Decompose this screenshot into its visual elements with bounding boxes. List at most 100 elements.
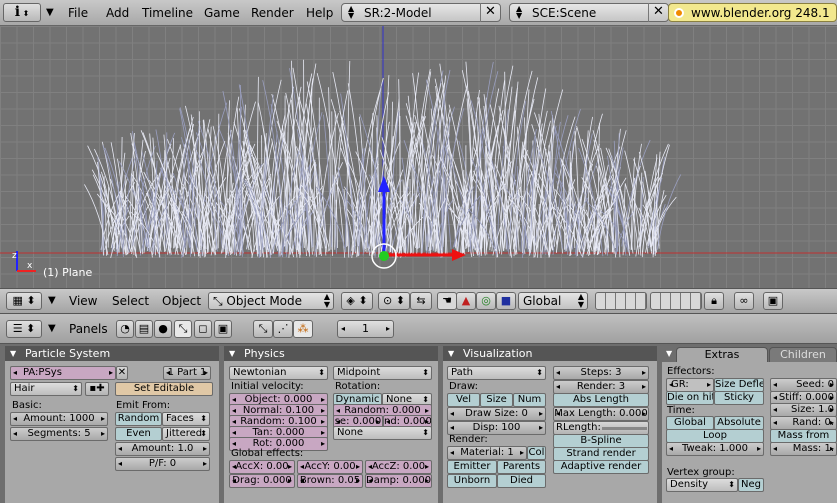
screen-selector[interactable]: ▲ ▼ SR:2-Model ✕ — [341, 3, 501, 22]
subcontext-object-button[interactable]: ⤡ — [253, 320, 273, 338]
editor-type-button[interactable]: i ⬍ — [3, 3, 41, 22]
brown-field[interactable]: Brown: 0.05 — [297, 474, 363, 488]
grid-editor-button[interactable]: ▦ ⬍ — [6, 292, 42, 310]
drag-field[interactable]: Drag: 0.000 — [229, 474, 295, 488]
size-toggle[interactable]: Size — [480, 393, 513, 407]
menu-help[interactable]: Help — [306, 6, 333, 20]
random-toggle[interactable]: Random — [115, 412, 162, 426]
material-field[interactable]: Material: 1 — [447, 446, 527, 460]
physics-type-dropdown[interactable]: Newtonian — [229, 366, 328, 380]
disp-field[interactable]: Disp: 100 — [447, 421, 546, 435]
rand-field[interactable]: Rand: 0. — [770, 416, 837, 430]
panel-title[interactable]: Particle System — [5, 346, 219, 361]
size-field[interactable]: Size: 1.0 — [770, 403, 837, 417]
scene-name[interactable]: SCE:Scene — [532, 6, 596, 20]
abs-length-toggle[interactable]: Abs Length — [553, 393, 649, 407]
draw-type-dropdown[interactable]: Path — [447, 366, 546, 380]
part-selector[interactable]: 1 Part 1 — [163, 366, 211, 380]
draw-size-field[interactable]: Draw Size: 0 — [447, 407, 546, 421]
render-button[interactable]: ▣ — [763, 292, 783, 310]
pivot-button[interactable]: ⊙ ⬍ — [378, 292, 410, 310]
set-editable-button[interactable]: Set Editable — [115, 382, 213, 396]
draw-type-button[interactable]: ◈ ⬍ — [341, 292, 373, 310]
neg-toggle[interactable]: Neg — [738, 478, 764, 492]
buttons-editor-button[interactable]: ☰ ⬍ — [6, 320, 42, 338]
col-toggle[interactable]: Col — [527, 446, 546, 460]
size-deflect-toggle[interactable]: Size Defle — [714, 378, 764, 392]
adaptive-render-toggle[interactable]: Adaptive render — [553, 460, 649, 474]
orientation-selector[interactable]: Global ▲ ▼ — [518, 292, 588, 310]
menu-timeline[interactable]: Timeline — [142, 6, 193, 20]
integrator-dropdown[interactable]: Midpoint — [333, 366, 432, 380]
screen-name[interactable]: SR:2-Model — [364, 6, 432, 20]
menu-file[interactable]: File — [68, 6, 88, 20]
url-box[interactable]: www.blender.org 248.1 — [668, 3, 837, 22]
seed-field[interactable]: Seed: 0 — [770, 378, 837, 392]
collapse-menu-icon[interactable]: ▼ — [46, 7, 54, 18]
global-toggle[interactable]: Global — [666, 416, 714, 430]
context-editing-button[interactable]: ◻ — [194, 320, 212, 338]
collapse-menu-icon[interactable]: ▼ — [48, 323, 56, 334]
angular-none-dropdown[interactable]: None — [333, 426, 432, 440]
menu-view[interactable]: View — [69, 294, 97, 308]
accx-field[interactable]: AccX: 0.00 — [229, 460, 295, 474]
menu-object[interactable]: Object — [162, 294, 201, 308]
subcontext-physics-button[interactable]: ⋰ — [273, 320, 293, 338]
emitter-toggle[interactable]: Emitter — [447, 460, 497, 474]
context-scene-button[interactable]: ▣ — [214, 320, 232, 338]
close-icon[interactable]: ✕ — [480, 3, 500, 22]
tweak-field[interactable]: Tweak: 1.000 — [666, 442, 764, 456]
collapse-menu-icon[interactable]: ▼ — [48, 295, 56, 306]
menu-game[interactable]: Game — [204, 6, 240, 20]
even-toggle[interactable]: Even — [115, 427, 162, 441]
panel-title[interactable]: Visualization — [443, 346, 657, 361]
type-dropdown[interactable]: Hair — [10, 382, 82, 396]
layer-buttons-2[interactable] — [650, 292, 702, 310]
panel-title[interactable]: Physics — [224, 346, 438, 361]
subcontext-particles-button[interactable]: ⁂ — [293, 320, 313, 338]
steps-field[interactable]: Steps: 3 — [553, 366, 649, 380]
extras-tab-arrow-icon[interactable]: ▼ — [666, 349, 672, 358]
faces-dropdown[interactable]: Faces — [162, 412, 210, 426]
tab-extras[interactable]: Extras — [676, 347, 768, 362]
density-dropdown[interactable]: Density — [666, 478, 738, 492]
damp-field[interactable]: Damp: 0.000 — [365, 474, 432, 488]
render-steps-field[interactable]: Render: 3 — [553, 380, 649, 394]
max-length-field[interactable]: Max Length: 0.000 — [553, 407, 649, 421]
menu-select[interactable]: Select — [112, 294, 149, 308]
scene-selector[interactable]: ▲ ▼ SCE:Scene ✕ — [509, 3, 669, 22]
tab-children[interactable]: Children — [769, 347, 837, 362]
strand-render-toggle[interactable]: Strand render — [553, 447, 649, 461]
psys-close-button[interactable]: ✕ — [116, 366, 128, 380]
bspline-toggle[interactable]: B-Spline — [553, 434, 649, 448]
psys-name-field[interactable]: PA:PSys — [10, 366, 116, 380]
viewport-canvas[interactable]: z x — [0, 26, 837, 288]
accy-field[interactable]: AccY: 0.00 — [297, 460, 363, 474]
menu-render[interactable]: Render — [251, 6, 294, 20]
translate-button[interactable]: ▲ — [456, 292, 476, 310]
context-shading-button[interactable]: ● — [154, 320, 172, 338]
link-button[interactable]: ∞ — [734, 292, 754, 310]
color-toggle[interactable]: ▪✚ — [85, 382, 109, 396]
segments-field[interactable]: Segments: 5 — [10, 427, 108, 441]
die-on-hit-toggle[interactable]: Die on hit — [666, 391, 714, 405]
lock-button[interactable]: 🔒︎ — [704, 292, 724, 310]
pf-field[interactable]: P/F: 0 — [115, 457, 210, 471]
jittered-dropdown[interactable]: Jittered — [162, 427, 210, 441]
layer-buttons-1[interactable] — [595, 292, 647, 310]
mode-selector[interactable]: ⤡ Object Mode ▲ ▼ — [208, 292, 334, 310]
num-toggle[interactable]: Num — [513, 393, 546, 407]
menu-add[interactable]: Add — [106, 6, 129, 20]
context-logic-button[interactable]: ◔ — [116, 320, 134, 338]
rlength-slider[interactable]: RLength: — [553, 421, 649, 435]
frame-field[interactable]: ◂ 1 ▸ — [337, 320, 394, 338]
parents-toggle[interactable]: Parents — [497, 460, 546, 474]
hand-button[interactable]: ☚ — [437, 292, 457, 310]
absolute-toggle[interactable]: Absolute — [714, 416, 764, 430]
manipulator-toggle[interactable]: ⇆ — [410, 292, 432, 310]
mass-field[interactable]: Mass: 1. — [770, 442, 837, 456]
vel-toggle[interactable]: Vel — [447, 393, 480, 407]
scale-button[interactable]: ■ — [496, 292, 516, 310]
rotate-button[interactable]: ◎ — [476, 292, 496, 310]
unborn-toggle[interactable]: Unborn — [447, 474, 497, 488]
